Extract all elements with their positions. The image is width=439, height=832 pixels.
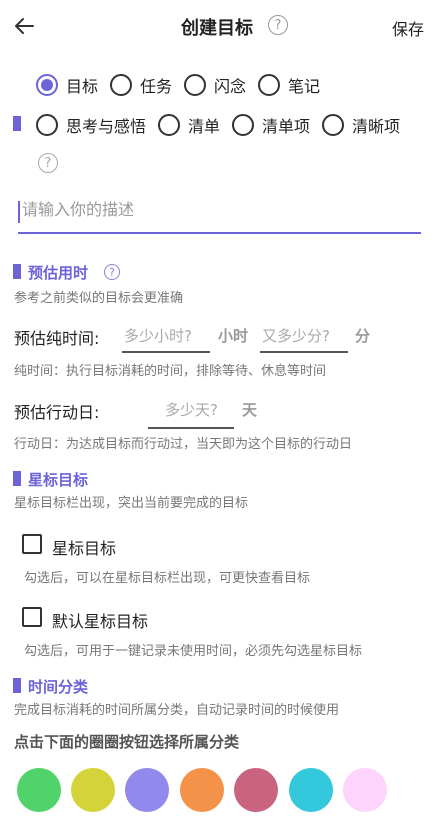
hours-underline (122, 351, 210, 353)
days-unit: 天 (242, 401, 258, 419)
radio-subtype-list[interactable] (158, 114, 181, 136)
radio-type-task[interactable] (110, 74, 133, 96)
default-star-checkbox-hint: 勾选后，可用于一键记录未使用时间，必须先勾选星标目标 (24, 644, 363, 659)
type-radio-group: 目标 任务 闪念 笔记 (36, 73, 332, 97)
radio-subtype-list-item-label: 清单项 (262, 117, 311, 136)
help-icon[interactable]: ? (104, 264, 120, 280)
radio-type-flash-label: 闪念 (214, 77, 247, 96)
description-field[interactable] (22, 200, 417, 226)
radio-subtype-list-label: 清单 (188, 117, 221, 136)
category-color-row (17, 768, 437, 814)
radio-type-note[interactable] (258, 74, 281, 96)
section-marker (13, 471, 21, 486)
radio-subtype-reflection-label: 思考与感悟 (66, 117, 147, 136)
minutes-input[interactable]: 又多少分? (262, 325, 330, 346)
category-color-orange[interactable] (180, 768, 224, 812)
radio-subtype-reflection[interactable] (36, 114, 58, 136)
radio-type-goal-label: 目标 (66, 77, 99, 96)
help-icon[interactable]: ? (268, 15, 288, 35)
category-instruction: 点击下面的圈圈按钮选择所属分类 (14, 733, 240, 751)
default-star-checkbox[interactable] (22, 607, 42, 627)
star-checkbox-label: 星标目标 (52, 539, 117, 558)
estimate-section-title: 预估用时 (28, 264, 89, 282)
section-marker (13, 678, 21, 693)
category-color-rose[interactable] (234, 768, 278, 812)
radio-subtype-list-item[interactable] (232, 114, 255, 136)
pure-time-hint: 纯时间：执行目标消耗的时间，排除等待、休息等时间 (14, 364, 327, 379)
default-star-checkbox-label: 默认星标目标 (52, 612, 149, 631)
help-icon[interactable]: ? (38, 153, 58, 173)
radio-type-goal[interactable] (36, 74, 58, 96)
radio-type-note-label: 笔记 (288, 77, 321, 96)
section-marker (13, 264, 21, 279)
star-hint: 星标目标栏出现，突出当前要完成的目标 (14, 496, 249, 511)
category-section-title: 时间分类 (28, 678, 89, 696)
category-color-cyan[interactable] (289, 768, 333, 812)
hours-unit: 小时 (218, 327, 249, 345)
days-underline (148, 427, 234, 429)
radio-type-flash[interactable] (184, 74, 207, 96)
hours-input[interactable]: 多少小时? (124, 325, 192, 346)
back-arrow-icon[interactable] (12, 14, 36, 38)
pure-time-label: 预估纯时间: (14, 329, 100, 348)
minutes-unit: 分 (355, 327, 371, 345)
radio-subtype-clear-item-label: 清晰项 (352, 117, 401, 136)
text-cursor (18, 201, 20, 223)
category-color-pink[interactable] (343, 768, 387, 812)
star-checkbox-hint: 勾选后，可以在星标目标栏出现，可更快查看目标 (24, 571, 311, 586)
description-underline (18, 232, 421, 234)
page-title: 创建目标 (181, 18, 253, 39)
category-color-green[interactable] (17, 768, 61, 812)
radio-type-task-label: 任务 (140, 77, 173, 96)
radio-subtype-clear-item[interactable] (322, 114, 345, 136)
category-color-yellow[interactable] (71, 768, 115, 812)
category-color-purple[interactable] (125, 768, 169, 812)
minutes-underline (260, 351, 348, 353)
save-button[interactable]: 保存 (392, 16, 424, 40)
section-marker (13, 116, 21, 131)
star-checkbox[interactable] (22, 534, 42, 554)
category-hint: 完成目标消耗的时间所属分类，自动记录时间的时候使用 (14, 703, 340, 718)
action-days-hint: 行动日：为达成目标而行动过，当天即为这个目标的行动日 (14, 437, 353, 452)
star-section-title: 星标目标 (28, 471, 89, 489)
action-days-label: 预估行动日: (14, 403, 100, 422)
estimate-hint: 参考之前类似的目标会更准确 (14, 291, 184, 306)
subtype-radio-group: 思考与感悟 清单 清单项 清晰项 (36, 113, 412, 137)
days-input[interactable]: 多少天? (165, 399, 218, 420)
description-input[interactable] (22, 200, 417, 219)
